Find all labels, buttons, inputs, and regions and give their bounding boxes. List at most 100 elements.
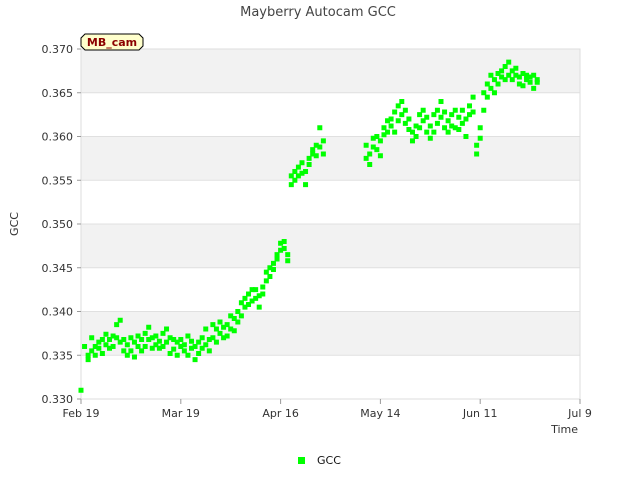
data-point: [513, 65, 519, 71]
data-point: [196, 351, 202, 356]
data-point: [92, 352, 98, 358]
data-point: [128, 348, 134, 354]
data-point: [217, 330, 223, 336]
data-point: [85, 352, 91, 358]
data-point: [381, 125, 387, 131]
x-tick-label: Jun 11: [462, 407, 498, 420]
data-point: [463, 116, 469, 122]
data-point: [488, 85, 494, 91]
data-point: [388, 123, 394, 129]
data-point: [424, 114, 430, 120]
grid-band: [81, 49, 580, 93]
data-point: [306, 155, 312, 161]
data-point: [491, 77, 497, 83]
data-point: [449, 112, 455, 118]
data-point: [420, 107, 426, 113]
data-point: [427, 135, 433, 141]
data-point: [367, 162, 373, 167]
data-point: [99, 351, 105, 356]
data-point: [474, 142, 480, 148]
data-point: [178, 337, 184, 342]
data-point: [424, 129, 430, 135]
data-point: [438, 114, 444, 120]
legend: GCC: [298, 454, 341, 467]
data-point: [385, 129, 391, 135]
data-point: [285, 252, 291, 258]
data-point: [463, 134, 469, 139]
data-point: [452, 107, 458, 113]
y-tick-label: 0.355: [42, 174, 74, 187]
data-point: [260, 284, 266, 290]
data-point: [213, 326, 219, 332]
data-point: [374, 134, 380, 139]
data-point: [288, 173, 294, 179]
x-tick-label: Mar 19: [162, 407, 200, 420]
data-point: [399, 99, 405, 104]
x-axis-label: Time: [550, 423, 578, 436]
data-point: [295, 164, 301, 170]
data-point: [395, 103, 401, 109]
data-point: [434, 107, 440, 113]
data-point: [238, 300, 244, 306]
data-point: [442, 125, 448, 131]
data-point: [188, 338, 194, 344]
x-tick-label: Feb 19: [63, 407, 100, 420]
data-point: [99, 337, 105, 342]
data-point: [470, 109, 476, 115]
data-point: [484, 94, 490, 100]
data-point: [438, 99, 444, 104]
data-point: [192, 344, 198, 349]
data-point: [270, 260, 276, 266]
data-point: [285, 258, 291, 264]
data-point: [431, 112, 437, 118]
data-point: [377, 138, 383, 144]
data-point: [367, 151, 373, 157]
data-point: [85, 357, 91, 363]
data-point: [409, 129, 415, 135]
data-point: [481, 107, 487, 113]
data-point: [156, 338, 162, 344]
data-point: [139, 337, 145, 342]
data-point: [160, 330, 166, 336]
data-point: [231, 328, 237, 334]
data-point: [153, 333, 159, 339]
data-point: [520, 83, 526, 89]
grid-bands: [81, 49, 580, 356]
data-point: [431, 129, 437, 135]
data-point: [413, 134, 419, 139]
data-point: [213, 339, 219, 345]
data-point: [181, 348, 187, 354]
data-point: [399, 112, 405, 118]
x-tick-label: Jul 9: [567, 407, 592, 420]
data-point: [481, 90, 487, 96]
grid-band: [81, 224, 580, 268]
data-point: [263, 269, 269, 275]
data-point: [488, 72, 494, 78]
data-point: [253, 287, 259, 293]
data-point: [502, 64, 508, 69]
data-point: [114, 335, 120, 341]
data-point: [103, 331, 109, 337]
data-point: [534, 77, 540, 83]
data-point: [306, 162, 312, 167]
data-point: [477, 135, 483, 141]
data-point: [274, 252, 280, 258]
data-point: [317, 144, 323, 150]
data-point: [210, 335, 216, 341]
data-point: [495, 81, 501, 87]
data-point: [363, 142, 369, 148]
data-point: [203, 326, 209, 332]
data-point: [292, 169, 298, 174]
data-point: [303, 182, 309, 188]
data-point: [506, 72, 512, 78]
data-point: [89, 335, 95, 341]
y-tick-label: 0.330: [42, 393, 74, 406]
data-point: [509, 77, 515, 83]
data-point: [317, 125, 323, 131]
data-point: [131, 354, 137, 360]
data-point: [459, 120, 465, 126]
x-tick-label: May 14: [360, 407, 400, 420]
data-point: [474, 151, 480, 157]
data-point: [470, 94, 476, 100]
y-tick-label: 0.360: [42, 131, 74, 144]
